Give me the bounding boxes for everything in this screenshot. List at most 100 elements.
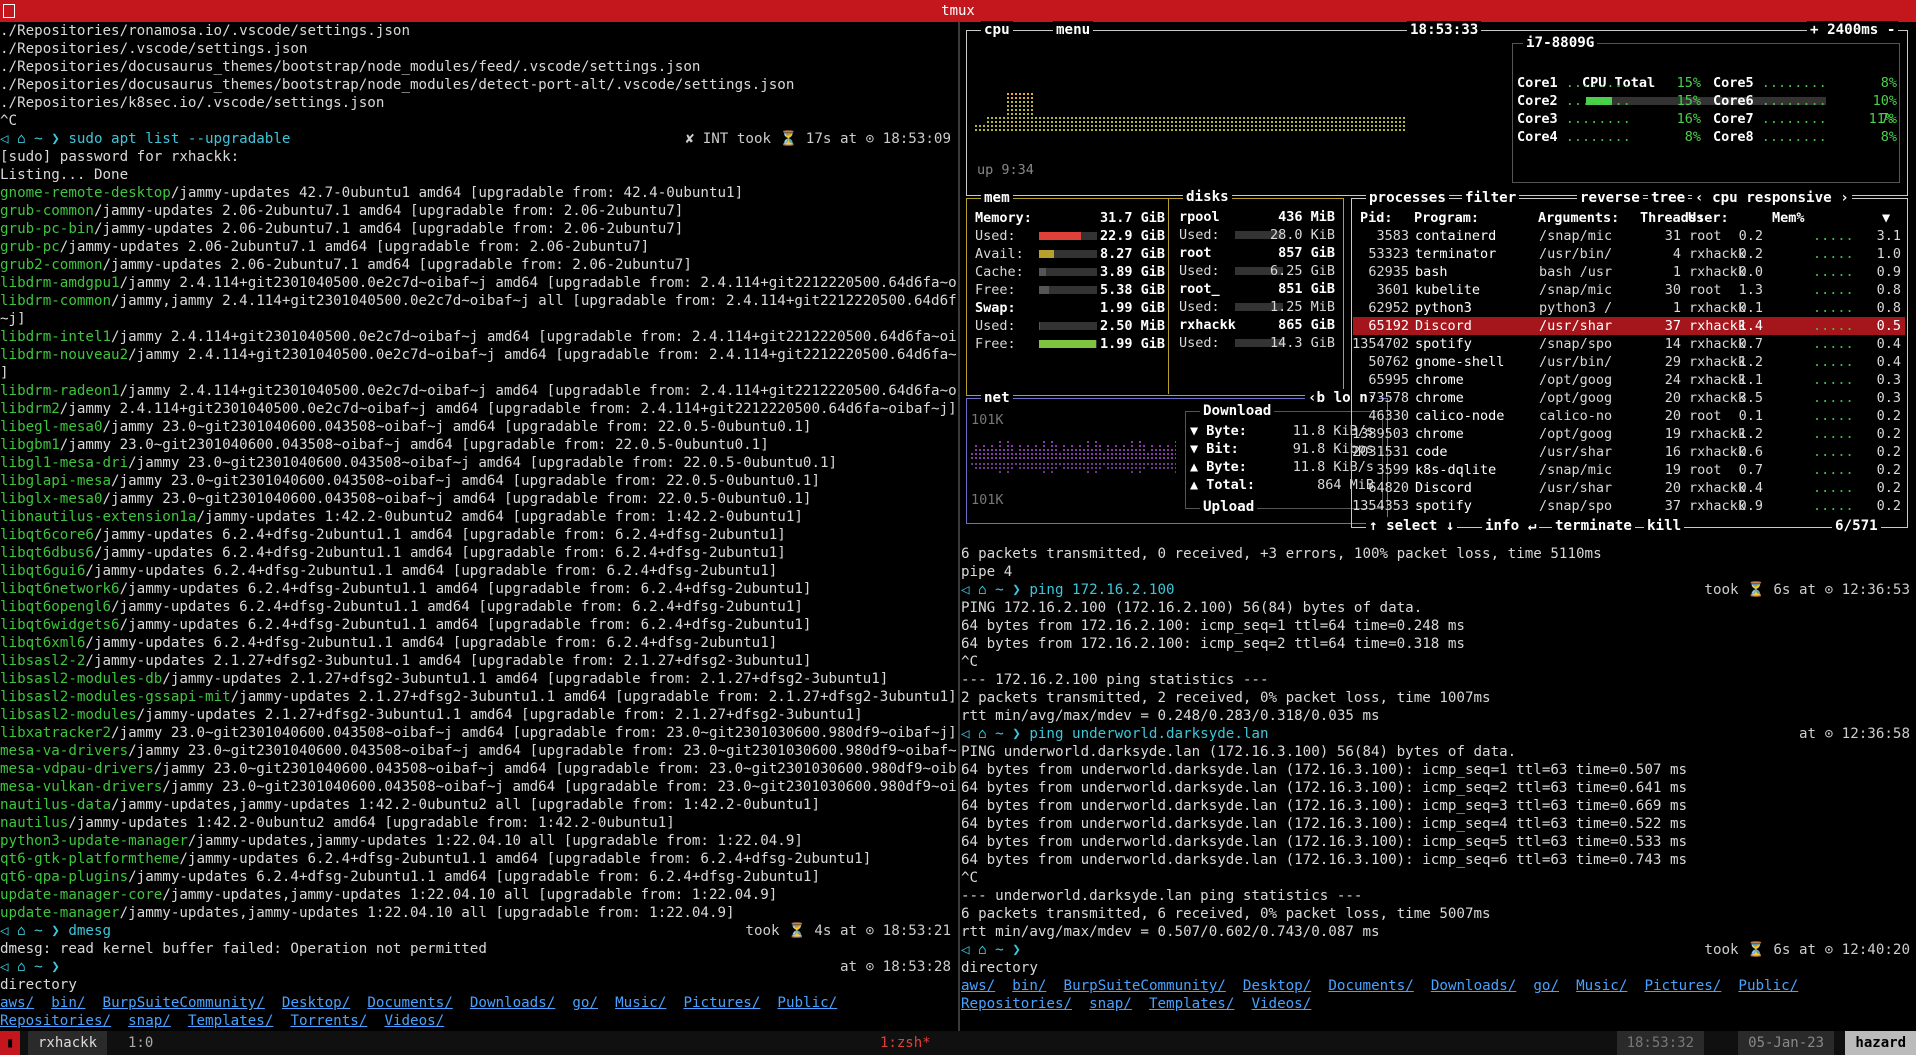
net-graph-dot: [1055, 445, 1057, 447]
directory-entry[interactable]: Desktop/: [282, 995, 350, 1011]
cpu-graph-dot: [1027, 109, 1029, 111]
net-graph-dot: [1131, 449, 1133, 451]
cpu-graph-dot: [1235, 125, 1237, 127]
directory-entry[interactable]: Public/: [777, 995, 837, 1011]
process-tab[interactable]: reverse: [1577, 189, 1643, 207]
process-footer-action[interactable]: ↑ select ↓: [1366, 517, 1458, 535]
process-row[interactable]: 64820 Discord/usr/shar 20 rxhackk 0.4 0.2....…: [1353, 479, 1905, 497]
process-footer-action[interactable]: terminate: [1552, 517, 1635, 535]
cpu-graph-dot: [1115, 125, 1117, 127]
process-row[interactable]: 73578 chrome/opt/goog 20 rxhackk 3.5 0.3.....: [1353, 389, 1905, 407]
net-graph-dot: [1171, 463, 1173, 465]
process-header-cell[interactable]: User:: [1688, 209, 1729, 227]
process-row[interactable]: 46330 calico-node calico-no 20 root 0.1 0.2...…: [1353, 407, 1905, 425]
net-graph-dot: [1115, 453, 1117, 455]
process-thr: 4: [1672, 246, 1681, 262]
pane-divider[interactable]: [958, 22, 960, 1031]
process-tab[interactable]: processes: [1366, 189, 1449, 207]
cpu-graph-dot: [1027, 117, 1029, 119]
directory-entry[interactable]: bin/: [51, 995, 85, 1011]
directory-entry[interactable]: Downloads/: [1431, 978, 1516, 994]
window-menu-icon[interactable]: [3, 4, 15, 18]
directory-entry[interactable]: Videos/: [1251, 996, 1311, 1012]
process-row[interactable]: 65192 Discord/usr/shar 37 rxhackk 1.4 0.5....…: [1353, 317, 1905, 335]
net-graph-dot: [1059, 457, 1061, 459]
process-pid: 1354353: [1352, 498, 1409, 514]
net-graph-dot: [1063, 445, 1065, 447]
process-row[interactable]: 1354353 spotify/snap/spo 37 rxhackk 0.9 0.2..…: [1352, 497, 1905, 515]
process-row[interactable]: 3601 kubelite/snap/mic 30 root 1.3 0.8.....: [1353, 281, 1905, 299]
directory-entry[interactable]: go/: [1533, 978, 1559, 994]
cpu-tab[interactable]: cpu: [981, 21, 1013, 39]
window-index[interactable]: 1:0: [128, 1031, 153, 1055]
directory-entry[interactable]: Documents/: [367, 995, 452, 1011]
process-row[interactable]: 3583 containerd/snap/mic 31 root 0.2 3.1.....: [1353, 227, 1905, 245]
cpu-graph-dot: [1007, 109, 1009, 111]
directory-entry[interactable]: Music/: [615, 995, 666, 1011]
directory-entry[interactable]: aws/: [961, 978, 995, 994]
active-window[interactable]: 1:zsh*: [880, 1031, 931, 1055]
process-footer-action[interactable]: info ↵: [1482, 517, 1540, 535]
directory-entry[interactable]: BurpSuiteCommunity/: [103, 995, 265, 1011]
core-graph: ........: [1557, 111, 1639, 127]
process-header-cell[interactable]: Arguments:: [1538, 209, 1619, 227]
directory-entry[interactable]: go/: [572, 995, 598, 1011]
process-header-cell[interactable]: Mem%: [1772, 209, 1805, 227]
directory-entry[interactable]: BurpSuiteCommunity/: [1064, 978, 1226, 994]
process-row[interactable]: 1354702 spotify/snap/spo 14 rxhackk 0.7 0.4..…: [1352, 335, 1905, 353]
terminal-line: 64 bytes from underworld.darksyde.lan (1…: [961, 761, 1916, 779]
directory-entry[interactable]: Repositories/: [0, 1013, 111, 1029]
line-text: ◁ ⌂ ~ ❯ sudo apt list --upgradable: [0, 131, 291, 147]
directory-entry[interactable]: snap/: [1089, 996, 1132, 1012]
directory-entry[interactable]: Documents/: [1328, 978, 1413, 994]
process-row[interactable]: 62952 python3 python3 / 1 rxhackk 0.1 0.8.....: [1353, 299, 1905, 317]
directory-entry[interactable]: aws/: [0, 995, 34, 1011]
process-tab[interactable]: filter: [1462, 189, 1520, 207]
process-row[interactable]: 1389503 chrome/opt/goog 19 rxhackk 1.2 0.2...…: [1352, 425, 1905, 443]
process-header-cell[interactable]: Program:: [1414, 209, 1479, 227]
directory-entry[interactable]: Pictures/: [1644, 978, 1721, 994]
directory-entry[interactable]: Templates/: [188, 1013, 273, 1029]
update-rate[interactable]: + 2400ms -: [1807, 21, 1899, 39]
left-terminal-pane[interactable]: ./Repositories/ronamosa.io/.vscode/setti…: [0, 22, 957, 1031]
directory-entry[interactable]: Pictures/: [683, 995, 760, 1011]
process-tab[interactable]: ‹ cpu responsive ›: [1692, 189, 1852, 207]
btop-monitor[interactable]: cpu menu 18:53:33 + 2400ms - up 9:34 i7-…: [961, 21, 1916, 542]
mem-value: 2.50 MiB: [1099, 318, 1165, 334]
process-footer-action[interactable]: kill: [1644, 517, 1685, 535]
net-graph-dot: [979, 467, 981, 469]
process-row[interactable]: 53323 terminator/usr/bin/4 rxhackk 0.2 1.0..…: [1353, 245, 1905, 263]
directory-entry[interactable]: Desktop/: [1243, 978, 1311, 994]
directory-entry[interactable]: Templates/: [1149, 996, 1234, 1012]
process-tab[interactable]: tree: [1648, 189, 1689, 207]
process-header-cell[interactable]: Pid:: [1360, 209, 1393, 227]
menu-tab[interactable]: menu: [1053, 21, 1094, 39]
directory-entry[interactable]: Repositories/: [961, 996, 1072, 1012]
process-mem: 1.3: [1738, 282, 1763, 298]
process-prog: gnome-shell: [1415, 354, 1505, 370]
process-row[interactable]: 2031531 code/usr/shar 16 rxhackk 0.6 0.2.....: [1352, 443, 1905, 461]
process-row[interactable]: 62935 bash bash /usr 1 rxhackk 0.0 0.9.....: [1353, 263, 1905, 281]
process-row[interactable]: 65995 chrome/opt/goog 24 rxhackk 1.1 0.3.....: [1353, 371, 1905, 389]
directory-entry[interactable]: bin/: [1012, 978, 1046, 994]
net-graph-dot: [983, 449, 985, 451]
process-row[interactable]: 3599 k8s-dqlite/snap/mic 19 root 0.7 0.2.....: [1353, 461, 1905, 479]
net-graph-dot: [1083, 453, 1085, 455]
directory-entry[interactable]: Torrents/: [290, 1013, 367, 1029]
net-graph-dot: [1051, 453, 1053, 455]
cpu-graph-dot: [987, 125, 989, 127]
directory-entry[interactable]: Public/: [1738, 978, 1798, 994]
line-text: directory: [0, 977, 77, 993]
directory-entry[interactable]: Videos/: [384, 1013, 444, 1029]
directory-entry[interactable]: Music/: [1576, 978, 1627, 994]
process-thr: 30: [1664, 282, 1681, 298]
process-row[interactable]: 50762 gnome-shell/usr/bin/29 rxhackk 1.2 0.4…: [1353, 353, 1905, 371]
cpu-graph-dot: [1187, 125, 1189, 127]
directory-entry[interactable]: Downloads/: [470, 995, 555, 1011]
session-name[interactable]: rxhackk: [28, 1031, 108, 1055]
right-terminal-pane[interactable]: 6 packets transmitted, 0 received, +3 er…: [961, 545, 1916, 1031]
process-pid: 2031531: [1352, 444, 1409, 460]
directory-entry[interactable]: snap/: [128, 1013, 171, 1029]
process-header-cell[interactable]: ▼: [1882, 209, 1890, 227]
cpu-graph-dot: [1159, 121, 1161, 123]
